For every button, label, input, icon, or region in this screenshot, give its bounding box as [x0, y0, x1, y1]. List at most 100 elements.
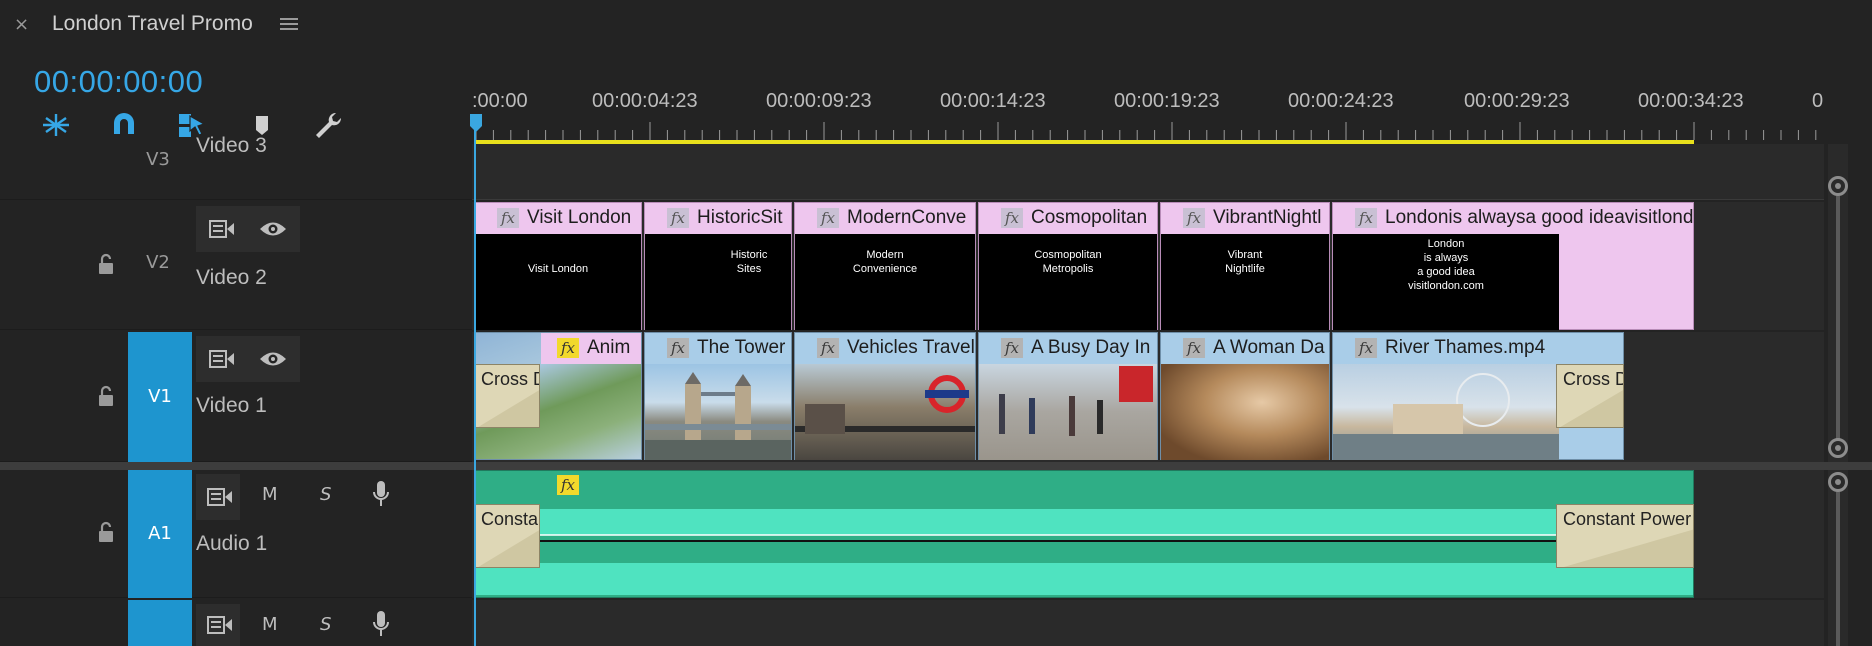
clip-name: A Woman Da [1213, 337, 1325, 358]
mute-button[interactable]: M [262, 614, 278, 635]
track-target-a1[interactable]: A1 [128, 470, 192, 598]
eye-icon[interactable] [258, 218, 288, 240]
magnet-snap-icon[interactable] [108, 110, 140, 140]
track-buttons [196, 206, 300, 252]
title-clip[interactable]: fx Cosmopolitan Cosmopolitan Metropolis [978, 202, 1158, 330]
clip-name: HistoricSit [697, 207, 783, 228]
title-clip[interactable]: fx Visit London Visit London [474, 202, 642, 330]
microphone-icon[interactable] [372, 610, 390, 638]
ruler-label: 00:00:04:23 [592, 90, 698, 112]
track-header-v1[interactable]: V1 Video 1 [0, 332, 472, 462]
clip-thumbnail: Historic Sites [645, 234, 791, 330]
wrench-settings-icon[interactable] [312, 110, 344, 140]
track-target-v2[interactable]: V2 [130, 252, 186, 273]
fx-badge[interactable]: fx [557, 338, 579, 358]
transition-ramp-icon [1563, 529, 1693, 567]
title-clip[interactable]: fx ModernConve Modern Convenience [794, 202, 976, 330]
transition-constant-power[interactable]: Constan [474, 504, 540, 568]
sync-lock-icon[interactable] [206, 486, 234, 508]
clip-thumbnail: Visit London [475, 234, 641, 330]
scroll-handle-top[interactable] [1828, 472, 1848, 492]
clip-name: Cosmopolitan [1031, 207, 1148, 228]
track-header-a2[interactable]: M S [0, 600, 472, 646]
unlock-icon[interactable] [96, 384, 116, 408]
fx-badge[interactable]: fx [667, 208, 689, 228]
track-header-v2[interactable]: V2 Video 2 [0, 202, 472, 330]
title-clip[interactable]: fx Londonis alwaysa good ideavisitlond Lo… [1332, 202, 1694, 330]
solo-button[interactable]: S [320, 614, 331, 635]
track-buttons [196, 604, 240, 646]
clip-thumbnail: Vibrant Nightlife [1161, 234, 1329, 330]
transition-ramp-icon [1560, 390, 1623, 427]
audio-clip[interactable]: fx [474, 470, 1694, 598]
clip-thumbnail [1333, 364, 1559, 460]
playhead-timecode[interactable]: 00:00:00:00 [34, 64, 203, 100]
mute-button[interactable]: M [262, 484, 278, 505]
track-target-v3[interactable]: V3 [130, 144, 186, 200]
sync-lock-icon[interactable] [206, 614, 234, 636]
underground-sign-image [795, 375, 975, 434]
video-clip[interactable]: fx The Tower [644, 332, 792, 460]
microphone-icon[interactable] [372, 480, 390, 508]
scroll-thumb[interactable] [1836, 492, 1840, 646]
fx-badge[interactable]: fx [817, 338, 839, 358]
sync-lock-icon[interactable] [208, 348, 236, 370]
clip-name: The Tower [697, 337, 786, 358]
video-clip[interactable]: fx A Woman Da [1160, 332, 1330, 460]
video-clip[interactable]: fx A Busy Day In [978, 332, 1158, 460]
scroll-thumb[interactable] [1836, 196, 1840, 450]
video-scrollbar[interactable] [1828, 144, 1848, 462]
transition-cross-dissolve[interactable]: Cross D [474, 364, 540, 428]
scroll-handle-top[interactable] [1828, 176, 1848, 196]
clip-thumbnail [795, 364, 975, 460]
fx-badge[interactable]: fx [1355, 338, 1377, 358]
clip-name: Visit London [527, 207, 632, 228]
snap-insert-icon[interactable] [40, 110, 72, 140]
time-ruler[interactable]: :00:00 00:00:04:23 00:00:09:23 00:00:14:… [472, 86, 1824, 142]
clip-thumbnail: Cosmopolitan Metropolis [979, 234, 1157, 330]
fx-badge[interactable]: fx [1001, 208, 1023, 228]
river-thames-image [1333, 373, 1559, 460]
audio-scrollbar[interactable] [1828, 470, 1848, 646]
video-clip[interactable]: fx Vehicles Travel [794, 332, 976, 460]
fx-badge[interactable]: fx [1355, 208, 1377, 228]
title-clip[interactable]: fx VibrantNightl Vibrant Nightlife [1160, 202, 1330, 330]
fx-badge[interactable]: fx [817, 208, 839, 228]
clip-thumbnail [645, 364, 791, 460]
transition-name: Constan [481, 509, 539, 529]
fx-badge[interactable]: fx [557, 475, 579, 495]
fx-badge[interactable]: fx [497, 208, 519, 228]
track-lane-a2[interactable] [472, 600, 1824, 646]
fx-badge[interactable]: fx [1183, 208, 1205, 228]
fx-badge[interactable]: fx [1001, 338, 1023, 358]
playhead-line[interactable] [474, 126, 476, 646]
fx-badge[interactable]: fx [667, 338, 689, 358]
busy-street-image [999, 366, 1153, 436]
transition-name: Constant Power [1563, 509, 1692, 529]
track-header-v3[interactable]: V3 Video 3 [0, 134, 472, 200]
solo-button[interactable]: S [320, 484, 331, 505]
ruler-label: :00:00 [472, 90, 528, 112]
transition-cross-dissolve[interactable]: Cross D [1556, 364, 1624, 428]
scroll-handle-bottom[interactable] [1828, 438, 1848, 458]
close-tab-icon[interactable]: × [14, 14, 29, 35]
title-clip[interactable]: fx HistoricSit Historic Sites [644, 202, 792, 330]
hamburger-menu-icon[interactable] [280, 16, 298, 32]
transition-ramp-icon [478, 390, 539, 427]
clip-name: Vehicles Travel [847, 337, 975, 358]
sequence-title[interactable]: London Travel Promo [52, 12, 253, 36]
track-lane-v3[interactable] [472, 144, 1824, 200]
fx-badge[interactable]: fx [1183, 338, 1205, 358]
unlock-icon[interactable] [96, 520, 116, 544]
transition-constant-power[interactable]: Constant Power [1556, 504, 1694, 568]
sync-lock-icon[interactable] [208, 218, 236, 240]
unlock-icon[interactable] [96, 252, 116, 276]
video-audio-divider[interactable] [0, 462, 1872, 470]
eye-icon[interactable] [258, 348, 288, 370]
ruler-label: 00:00:14:23 [940, 90, 1046, 112]
track-header-a1[interactable]: A1 M S Audio 1 [0, 470, 472, 598]
track-target-v1[interactable]: V1 [128, 332, 192, 462]
playhead-handle[interactable] [470, 114, 482, 132]
track-target-a2[interactable] [128, 600, 192, 646]
track-buttons [196, 336, 300, 382]
